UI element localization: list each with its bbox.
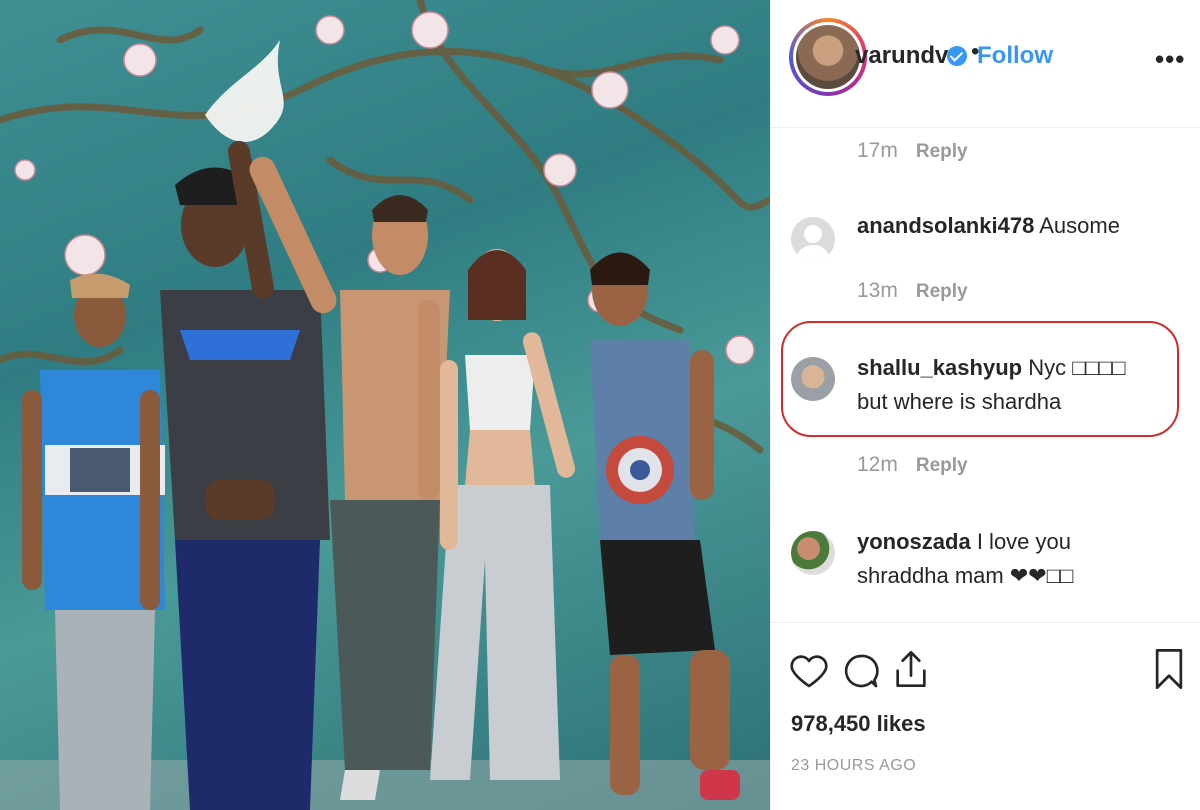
comment-meta: 17m Reply [857, 139, 968, 163]
comment-text: shallu_kashyup Nyc □□□□ but where is sha… [857, 351, 1157, 419]
comment-meta: 13m Reply [857, 279, 968, 303]
reply-button[interactable]: Reply [916, 141, 968, 162]
reply-button[interactable]: Reply [916, 281, 968, 302]
heart-icon[interactable] [789, 651, 829, 691]
post-sidebar: varundvn • Follow ••• 17m Reply anandsola… [770, 0, 1200, 810]
comment-username[interactable]: anandsolanki478 [857, 213, 1034, 238]
comments-list[interactable]: 17m Reply anandsolanki478 Ausome 13m Reply… [771, 129, 1200, 621]
comment-time: 17m [857, 139, 898, 162]
comment-text: anandsolanki478 Ausome [857, 209, 1157, 243]
more-options-icon[interactable]: ••• [1155, 44, 1185, 75]
default-avatar-icon[interactable] [791, 217, 835, 261]
share-icon[interactable] [891, 647, 931, 691]
bookmark-icon[interactable] [1151, 647, 1187, 691]
comment-text: yonoszada I love you shraddha mam ❤❤□□ [857, 525, 1157, 593]
comment-icon[interactable] [841, 651, 881, 691]
post-timestamp[interactable]: 23 HOURS AGO [791, 757, 916, 775]
likes-count[interactable]: 978,450 likes [791, 711, 926, 737]
comment-avatar[interactable] [791, 531, 835, 575]
comment-avatar[interactable] [791, 357, 835, 401]
post-photo[interactable] [0, 0, 770, 810]
follow-button[interactable]: Follow [977, 42, 1053, 70]
avatar-image [796, 25, 860, 89]
comment-username[interactable]: shallu_kashyup [857, 355, 1022, 380]
post-photo-art [0, 0, 770, 810]
reply-button[interactable]: Reply [916, 455, 968, 476]
comment-username[interactable]: yonoszada [857, 529, 971, 554]
comment-time: 12m [857, 453, 898, 476]
comment-meta: 12m Reply [857, 453, 968, 477]
comment-body: Ausome [1039, 213, 1120, 238]
post-header: varundvn • Follow ••• [771, 0, 1200, 128]
verified-badge-icon [947, 46, 967, 66]
post-actions: 978,450 likes 23 HOURS AGO [771, 622, 1200, 810]
comment-time: 13m [857, 279, 898, 302]
